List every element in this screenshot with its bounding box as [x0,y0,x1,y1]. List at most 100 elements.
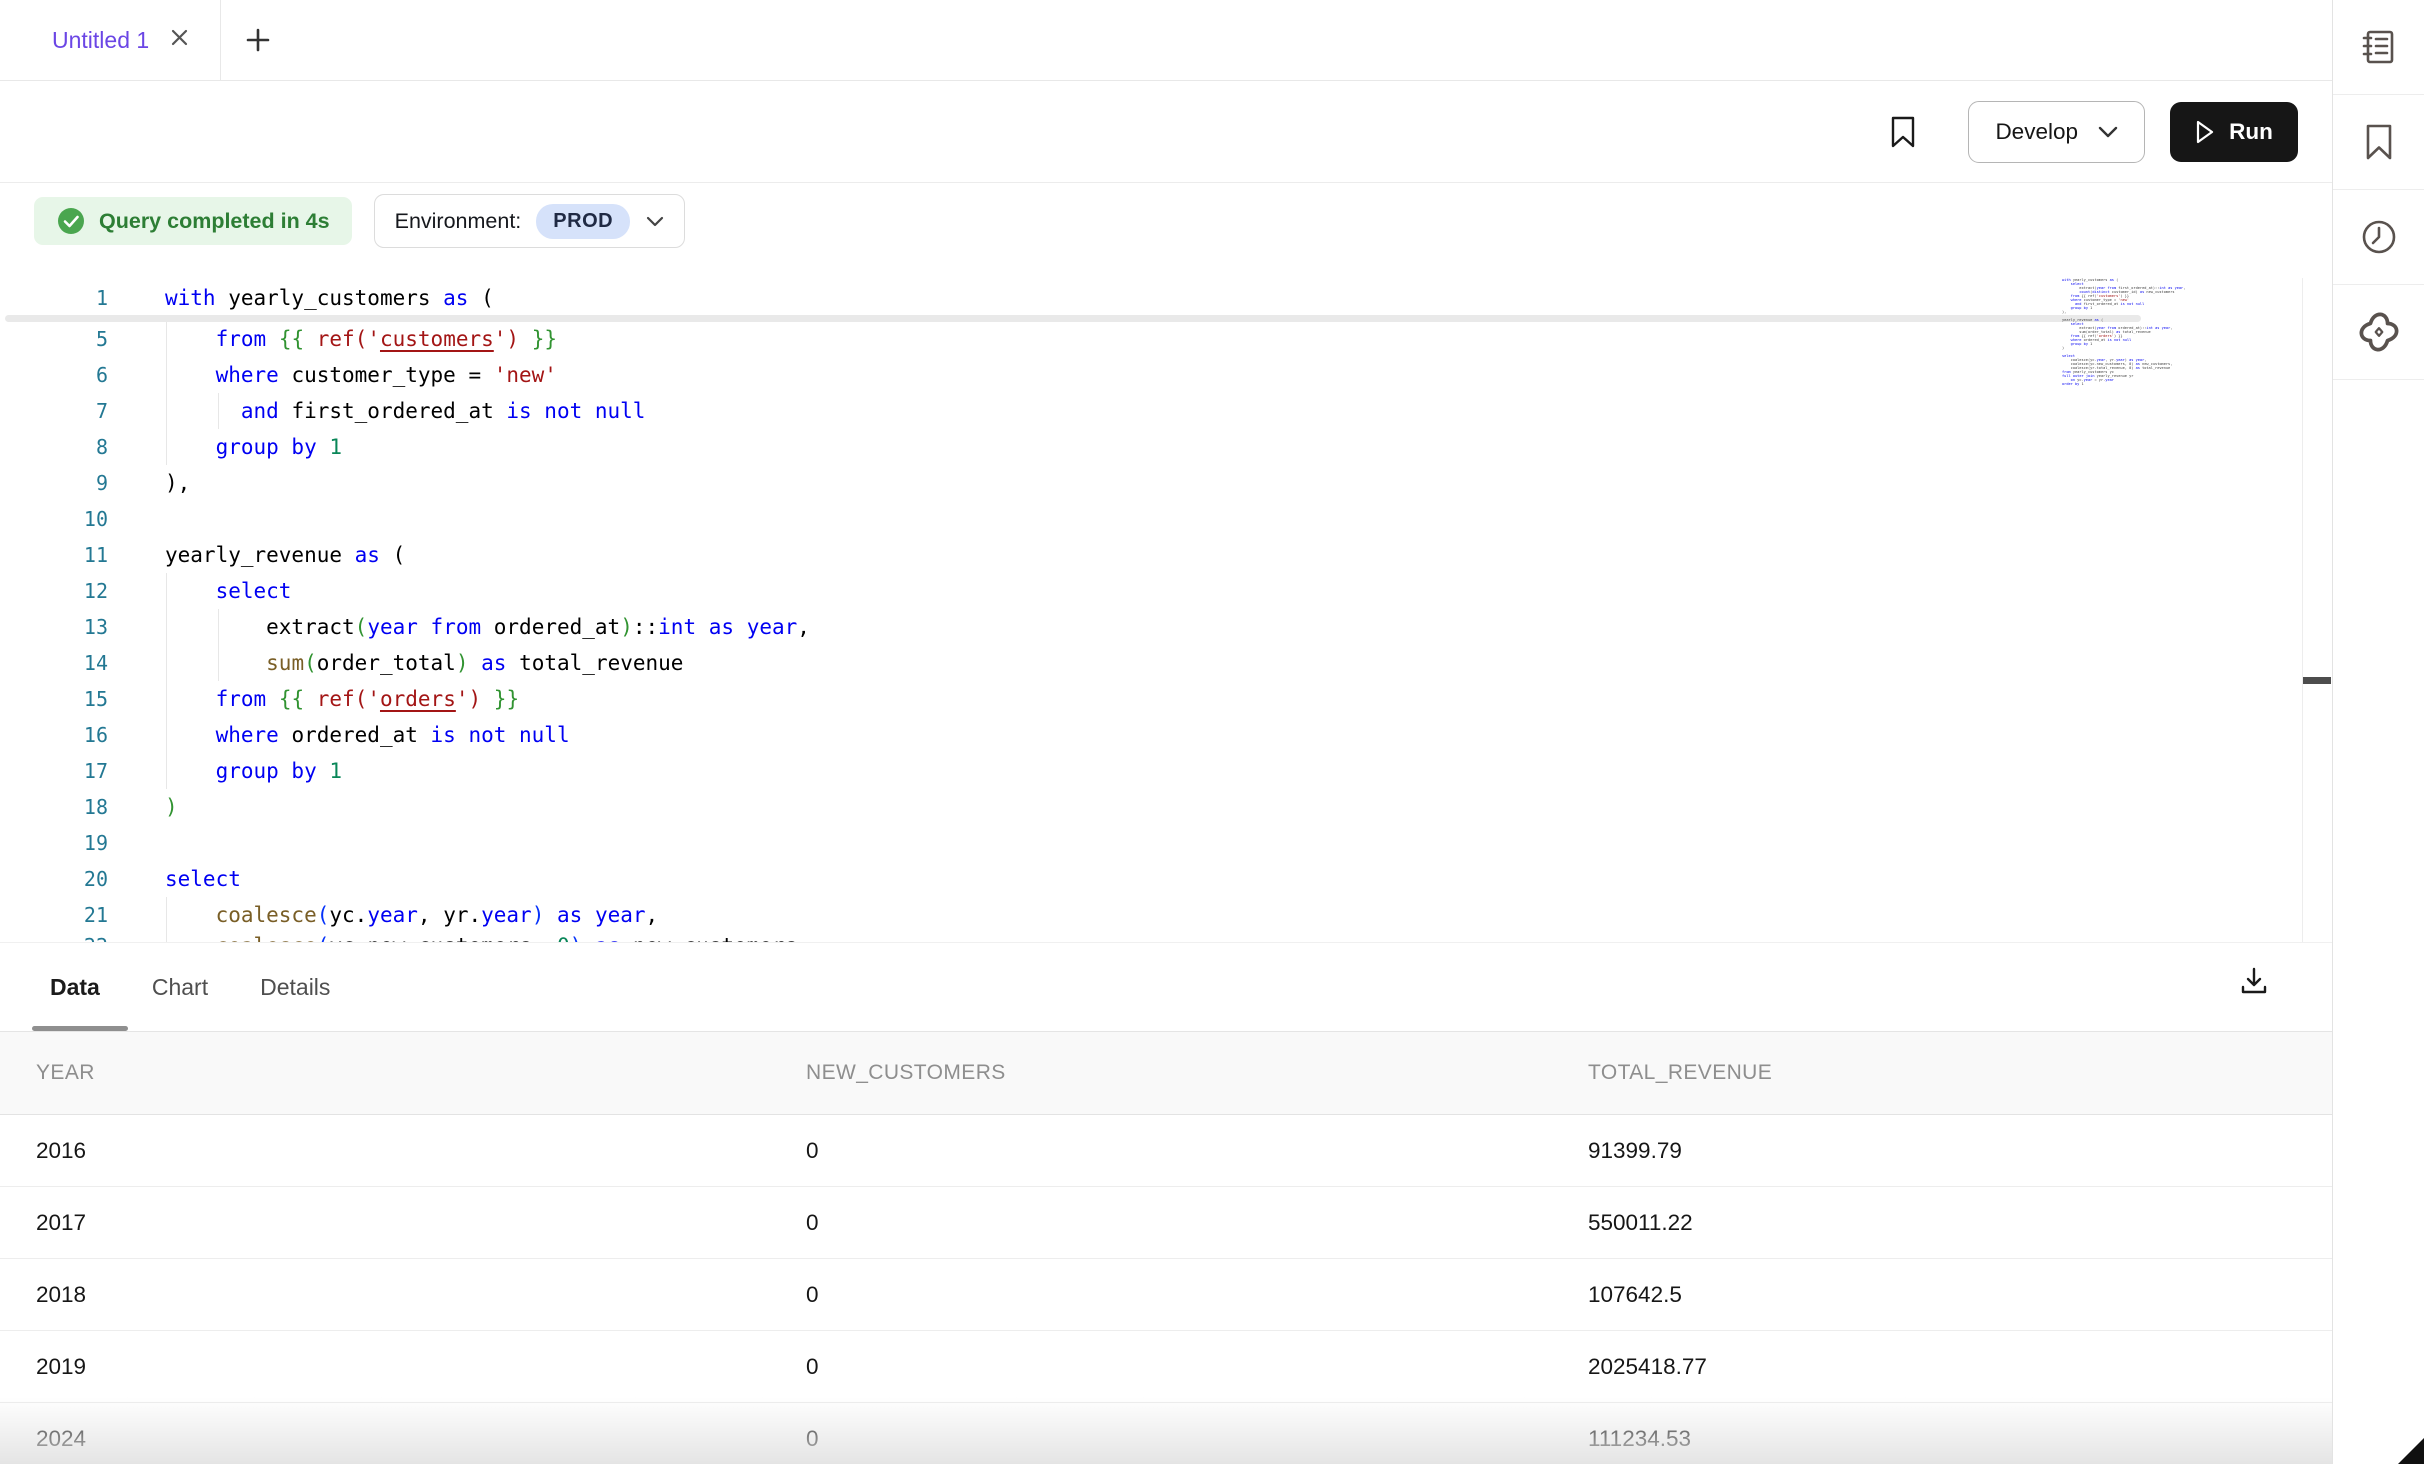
code-line-10[interactable]: 10 [0,501,810,537]
table-cell: 2018 [0,1282,806,1308]
line-number: 13 [0,615,108,639]
code-line-18[interactable]: 18) [0,789,810,825]
code-line-8[interactable]: 8 group by 1 [0,429,810,465]
sticky-scroll-line[interactable]: 1with yearly_customers as ( [0,280,2060,316]
line-number: 15 [0,687,108,711]
editor-tab-bar: Untitled 1 [0,0,2333,81]
right-icon-rail [2332,0,2424,1464]
code-line-12[interactable]: 12 select [0,573,810,609]
table-cell: 91399.79 [1588,1138,2333,1164]
code-line-16[interactable]: 16 where ordered_at is not null [0,717,810,753]
code-line-22[interactable]: 22 coalesce(yc.new_customers, 0) as new_… [0,933,810,942]
line-number: 9 [0,471,108,495]
column-header-total_revenue[interactable]: TOTAL_REVENUE [1588,1061,2333,1085]
table-cell: 2019 [0,1354,806,1380]
table-row[interactable]: 20240111234.53 [0,1403,2333,1464]
table-row[interactable]: 2016091399.79 [0,1115,2333,1187]
rail-item-notebook[interactable] [2333,0,2424,95]
new-tab-button[interactable] [221,0,295,80]
code-line-1[interactable]: 1with yearly_customers as ( [0,280,2060,316]
line-number: 5 [0,327,108,351]
rail-item-lineage[interactable] [2333,285,2424,380]
develop-label: Develop [1995,119,2078,145]
plus-icon [245,27,271,53]
line-number: 7 [0,399,108,423]
code-line-9[interactable]: 9), [0,465,810,501]
clipped-code-line: 22 coalesce(yc.new_customers, 0) as new_… [0,933,810,942]
download-results-button[interactable] [2238,965,2270,1002]
editor-scrollbar-thumb[interactable] [2303,677,2331,684]
chevron-down-icon [646,216,664,227]
results-tab-bar: Data Chart Details [0,943,2333,1032]
table-cell: 0 [806,1282,1588,1308]
column-header-year[interactable]: YEAR [0,1061,806,1085]
code-line-17[interactable]: 17 group by 1 [0,753,810,789]
environment-selector[interactable]: Environment: PROD [374,194,685,248]
query-status-badge: Query completed in 4s [34,197,352,245]
results-tab-chart[interactable]: Chart [152,974,208,1001]
notebook-icon [2359,27,2399,67]
table-cell: 2016 [0,1138,806,1164]
run-label: Run [2229,119,2273,145]
table-cell: 0 [806,1138,1588,1164]
code-line-7[interactable]: 7 and first_ordered_at is not null [0,393,810,429]
code-line-20[interactable]: 20select [0,861,810,897]
table-cell: 0 [806,1426,1588,1452]
column-header-new_customers[interactable]: NEW_CUSTOMERS [806,1061,1588,1085]
bookmark-icon [1890,116,1916,148]
table-cell: 107642.5 [1588,1282,2333,1308]
line-number: 11 [0,543,108,567]
rail-item-bookmarks[interactable] [2333,95,2424,190]
develop-dropdown[interactable]: Develop [1968,101,2145,163]
table-body: 2016091399.7920170550011.2220180107642.5… [0,1115,2333,1464]
bookmark-icon [2363,123,2395,161]
line-number: 6 [0,363,108,387]
table-cell: 2025418.77 [1588,1354,2333,1380]
editor-scrollbar-track [2302,278,2303,942]
check-circle-icon [56,206,86,236]
history-clock-icon [2359,217,2399,257]
code-line-14[interactable]: 14 sum(order_total) as total_revenue [0,645,810,681]
run-button[interactable]: Run [2170,102,2298,162]
editor-minimap[interactable]: with yearly_customers as ( select extrac… [2062,278,2212,386]
query-status-text: Query completed in 4s [99,209,330,234]
table-cell: 0 [806,1354,1588,1380]
line-number: 8 [0,435,108,459]
results-tab-data[interactable]: Data [50,974,100,1001]
results-tab-details[interactable]: Details [260,974,330,1001]
code-line-6[interactable]: 6 where customer_type = 'new' [0,357,810,393]
bookmark-button[interactable] [1890,116,1916,148]
code-line-5[interactable]: 5 from {{ ref('customers') }} [0,321,810,357]
table-row[interactable]: 20180107642.5 [0,1259,2333,1331]
sticky-scroll-shadow [5,315,2141,322]
sql-code-editor[interactable]: 1with yearly_customers as ( 5 from {{ re… [0,278,2333,942]
line-number: 19 [0,831,108,855]
line-number: 17 [0,759,108,783]
status-row: Query completed in 4s Environment: PROD [0,183,2333,259]
table-cell: 111234.53 [1588,1426,2333,1452]
line-number: 20 [0,867,108,891]
results-panel: Data Chart Details YEARNEW_CUSTOMERSTOTAL_… [0,942,2333,1464]
table-row[interactable]: 201902025418.77 [0,1331,2333,1403]
line-number: 16 [0,723,108,747]
line-number: 14 [0,651,108,675]
play-icon [2195,120,2215,144]
line-number: 21 [0,903,108,927]
rail-item-history[interactable] [2333,190,2424,285]
active-tab-underline [32,1026,128,1031]
code-line-21[interactable]: 21 coalesce(yc.year, yr.year) as year, [0,897,810,933]
table-cell: 2024 [0,1426,806,1452]
table-cell: 0 [806,1210,1588,1236]
tab-title: Untitled 1 [52,27,149,54]
app-window: Untitled 1 Develop Run [0,0,2424,1464]
code-line-15[interactable]: 15 from {{ ref('orders') }} [0,681,810,717]
table-row[interactable]: 20170550011.22 [0,1187,2333,1259]
code-line-19[interactable]: 19 [0,825,810,861]
code-lines[interactable]: 5 from {{ ref('customers') }}6 where cus… [0,321,810,942]
code-line-13[interactable]: 13 extract(year from ordered_at)::int as… [0,609,810,645]
resize-corner-handle[interactable] [2398,1438,2424,1464]
download-icon [2238,965,2270,997]
code-line-11[interactable]: 11yearly_revenue as ( [0,537,810,573]
tab-close-icon[interactable] [169,27,190,53]
tab-untitled-1[interactable]: Untitled 1 [0,0,220,80]
